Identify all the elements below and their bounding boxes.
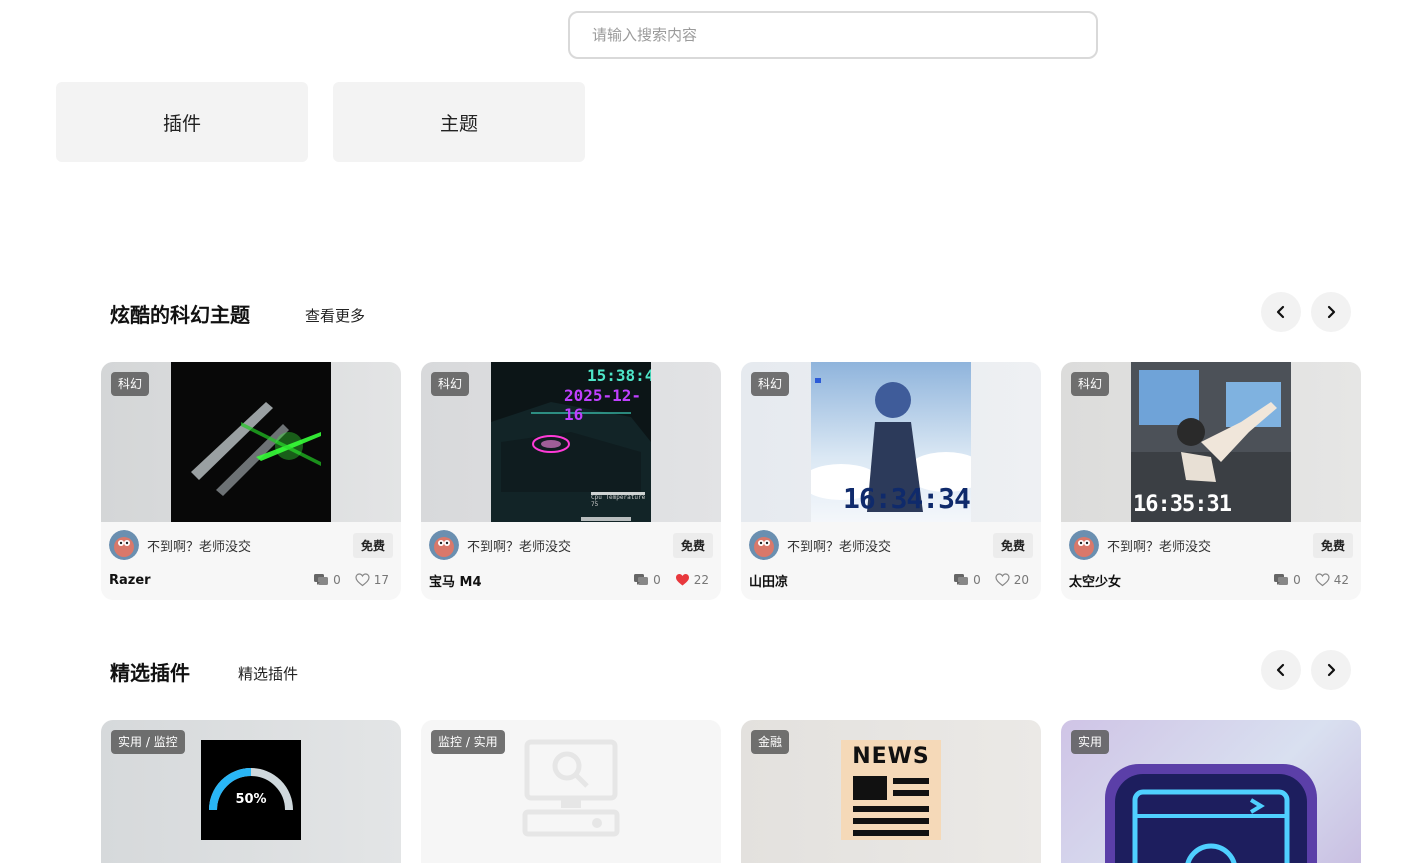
card-title[interactable]: 太空少女 <box>1069 571 1259 590</box>
author-name[interactable]: 不到啊？老师没交 <box>787 536 993 555</box>
category-tag: 科幻 <box>1071 372 1110 396</box>
card-image: 50% 实用 / 监控 <box>101 720 401 863</box>
thumbnail-anime: 16:34:34 <box>811 362 971 522</box>
like-count[interactable]: 17 <box>355 573 389 587</box>
carousel-next-button[interactable] <box>1311 650 1351 690</box>
thumbnail-space: 16:35:31 <box>1131 362 1291 522</box>
clock-time: 16:34:34 <box>843 482 971 515</box>
heart-outline-icon <box>355 573 370 587</box>
heart-filled-icon <box>675 574 689 586</box>
like-count[interactable]: 22 <box>675 573 709 587</box>
card-image: 15:38:44 2025-12-16 Cpu Temperature 75 科… <box>421 362 721 522</box>
price-badge: 免费 <box>672 532 713 558</box>
thumbnail-bmw: 15:38:44 2025-12-16 Cpu Temperature 75 <box>491 362 651 522</box>
monitor-search-icon <box>522 739 620 837</box>
card-image: 监控 / 实用 <box>421 720 721 863</box>
author-name[interactable]: 不到啊？老师没交 <box>467 536 673 555</box>
like-count[interactable]: 20 <box>995 573 1029 587</box>
category-tag: 实用 <box>1071 730 1110 754</box>
carousel-next-button[interactable] <box>1311 292 1351 332</box>
gauge-thumbnail: 50% <box>201 740 301 840</box>
carousel-prev-button[interactable] <box>1261 650 1301 690</box>
price-badge: 免费 <box>992 532 1033 558</box>
comment-count[interactable]: 0 <box>1273 573 1301 587</box>
avatar[interactable] <box>1069 530 1099 560</box>
chevron-right-icon <box>1327 305 1336 319</box>
widget-label: Cpu Temperature 75 <box>591 494 646 508</box>
author-name[interactable]: 不到啊？老师没交 <box>147 536 353 555</box>
card-title[interactable]: 宝马 M4 <box>429 571 619 590</box>
category-tag: 科幻 <box>431 372 470 396</box>
card-title[interactable]: 山田凉 <box>749 571 939 590</box>
like-count[interactable]: 42 <box>1315 573 1349 587</box>
category-tag: 监控 / 实用 <box>431 730 505 754</box>
card-image: 科幻 <box>101 362 401 522</box>
section-title-plugins: 精选插件 <box>110 661 190 685</box>
avatar[interactable] <box>429 530 459 560</box>
comment-count[interactable]: 0 <box>633 573 661 587</box>
clock-time: 15:38:44 <box>587 366 651 385</box>
comment-count[interactable]: 0 <box>953 573 981 587</box>
plugin-card[interactable]: 实用 <box>1061 720 1361 863</box>
chevron-left-icon <box>1276 305 1285 319</box>
card-image: NEWS 金融 <box>741 720 1041 863</box>
theme-card[interactable]: 16:35:31 科幻 不到啊？老师没交 免费 太空少女 0 42 <box>1061 362 1361 600</box>
price-badge: 免费 <box>1312 532 1353 558</box>
category-themes-button[interactable]: 主题 <box>333 82 585 162</box>
card-title[interactable]: Razer <box>109 573 299 588</box>
plugin-card[interactable]: 监控 / 实用 <box>421 720 721 863</box>
plugin-card[interactable]: NEWS 金融 <box>741 720 1041 863</box>
category-tag: 实用 / 监控 <box>111 730 185 754</box>
theme-card[interactable]: 15:38:44 2025-12-16 Cpu Temperature 75 科… <box>421 362 721 600</box>
gauge-value: 50% <box>235 792 267 807</box>
search-input[interactable] <box>568 11 1098 59</box>
card-image: 16:35:31 科幻 <box>1061 362 1361 522</box>
author-name[interactable]: 不到啊？老师没交 <box>1107 536 1313 555</box>
comment-icon <box>954 574 969 585</box>
category-tag: 科幻 <box>111 372 150 396</box>
chevron-left-icon <box>1276 663 1285 677</box>
clock-time: 16:35:31 <box>1133 492 1232 517</box>
category-tag: 金融 <box>751 730 790 754</box>
section-title-scifi: 炫酷的科幻主题 <box>110 303 250 327</box>
neon-app-icon <box>1105 764 1317 863</box>
carousel-prev-button[interactable] <box>1261 292 1301 332</box>
theme-card[interactable]: 16:34:34 科幻 不到啊？老师没交 免费 山田凉 0 20 <box>741 362 1041 600</box>
comment-icon <box>1274 574 1289 585</box>
view-more-link[interactable]: 查看更多 <box>305 305 365 326</box>
plugin-card[interactable]: 50% 实用 / 监控 <box>101 720 401 863</box>
category-plugins-button[interactable]: 插件 <box>56 82 308 162</box>
heart-outline-icon <box>995 573 1010 587</box>
thumbnail-razer <box>171 362 331 522</box>
comment-count[interactable]: 0 <box>313 573 341 587</box>
comment-icon <box>634 574 649 585</box>
theme-card[interactable]: 科幻 不到啊？老师没交 免费 Razer 0 17 <box>101 362 401 600</box>
clock-date: 2025-12-16 <box>564 386 642 424</box>
news-thumbnail: NEWS <box>841 740 941 840</box>
category-tag: 科幻 <box>751 372 790 396</box>
card-image: 实用 <box>1061 720 1361 863</box>
heart-outline-icon <box>1315 573 1330 587</box>
avatar[interactable] <box>109 530 139 560</box>
chevron-right-icon <box>1327 663 1336 677</box>
comment-icon <box>314 574 329 585</box>
card-image: 16:34:34 科幻 <box>741 362 1041 522</box>
avatar[interactable] <box>749 530 779 560</box>
view-more-link[interactable]: 精选插件 <box>238 663 298 684</box>
price-badge: 免费 <box>352 532 393 558</box>
